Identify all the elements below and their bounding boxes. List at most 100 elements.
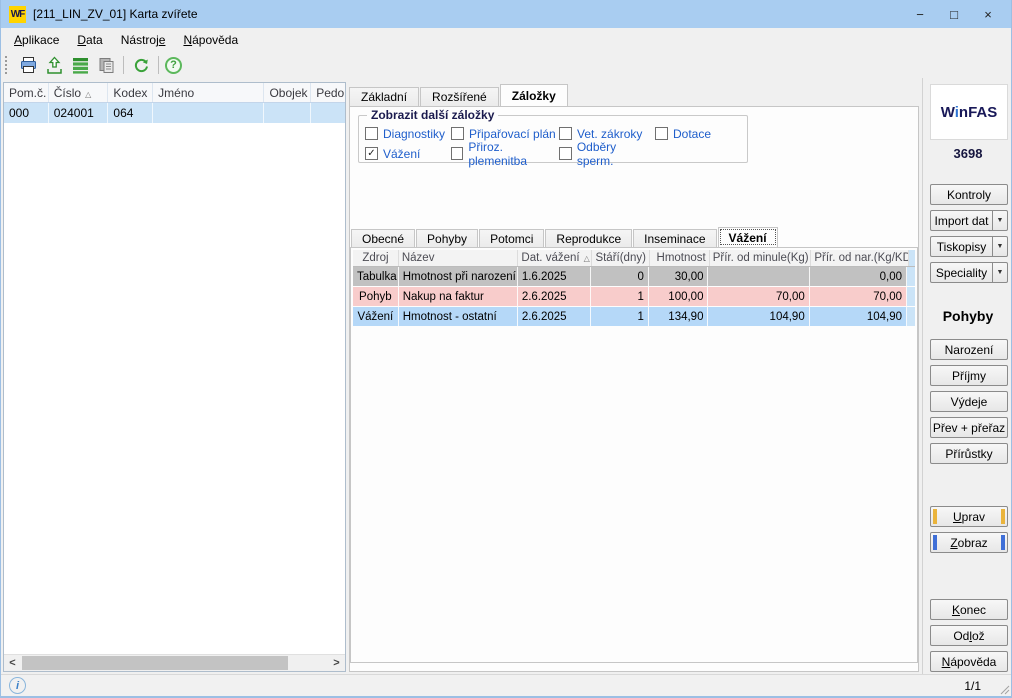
subtab-inseminace[interactable]: Inseminace: [633, 229, 716, 247]
side-panel: WinFAS 3698 Kontroly Import dat ▼ Tiskop…: [922, 78, 1012, 674]
checkbox-vazeni[interactable]: ✓Vážení: [365, 144, 451, 163]
scroll-left-arrow[interactable]: <: [4, 655, 21, 671]
subtab-reprodukce[interactable]: Reprodukce: [545, 229, 632, 247]
column-header-prir-od-minule[interactable]: Přír. od minule(Kg): [710, 250, 812, 266]
dropdown-arrow-icon[interactable]: ▼: [992, 211, 1007, 230]
accent-bar: [1001, 535, 1005, 550]
sort-asc-icon: △: [584, 254, 590, 263]
checkbox-box: ✓: [451, 147, 463, 160]
subtab-obecne[interactable]: Obecné: [351, 229, 415, 247]
checkbox-box: ✓: [451, 127, 464, 140]
import-dat-button[interactable]: Import dat ▼: [930, 210, 1008, 231]
sub-tabs: Obecné Pohyby Potomci Reprodukce Insemin…: [351, 227, 779, 247]
tab-rozsirene[interactable]: Rozšířené: [420, 87, 499, 106]
export-icon[interactable]: [43, 54, 65, 76]
subtab-pohyby[interactable]: Pohyby: [416, 229, 478, 247]
list-view-icon[interactable]: [69, 54, 91, 76]
subtab-vazeni[interactable]: Vážení: [718, 227, 778, 247]
column-header-zdroj[interactable]: Zdroj: [353, 250, 399, 266]
menu-bar: Aplikace Data Nástroje Nápověda: [1, 28, 1011, 52]
column-header-pedometr[interactable]: Pedom: [311, 83, 345, 102]
scroll-right-arrow[interactable]: >: [328, 655, 345, 671]
main-tabs: Základní Rozšířené Záložky: [349, 84, 569, 106]
checkbox-priroz-plemenitba[interactable]: ✓Přiroz. plemenitba: [451, 144, 559, 163]
status-bar: i 1/1: [1, 674, 1011, 696]
column-header-jmeno[interactable]: Jméno: [153, 83, 264, 102]
record-pager: 1/1: [964, 679, 981, 693]
dropdown-arrow-icon[interactable]: ▼: [992, 237, 1007, 256]
app-icon: WF: [9, 6, 26, 23]
scrollbar-thumb[interactable]: [22, 656, 288, 670]
uprav-button[interactable]: Uprav: [930, 506, 1008, 527]
checkbox-grid: ✓Diagnostiky ✓Připařovací plán ✓Vet. zák…: [359, 116, 747, 163]
menu-nastroje[interactable]: Nástroje: [112, 30, 175, 50]
checkbox-odbery-sperm[interactable]: ✓Odběry sperm.: [559, 144, 655, 163]
main-content: Pom.č. Číslo△ Kodex Jméno Obojek Pedom 0…: [1, 78, 1011, 674]
column-header-cislo[interactable]: Číslo△: [49, 83, 109, 102]
minimize-button[interactable]: −: [903, 0, 937, 28]
odloz-button[interactable]: Odlož: [930, 625, 1008, 646]
dropdown-arrow-icon[interactable]: ▼: [992, 263, 1007, 282]
menu-napoveda[interactable]: Nápověda: [174, 30, 247, 50]
copy-icon[interactable]: [95, 54, 117, 76]
konec-button[interactable]: Konec: [930, 599, 1008, 620]
weight-row-tabulka[interactable]: Tabulka Hmotnost při narození 1.6.2025 0…: [353, 267, 915, 287]
checkbox-diagnostiky[interactable]: ✓Diagnostiky: [365, 124, 451, 143]
weight-row-pohyb[interactable]: Pohyb Nakup na faktur 2.6.2025 1 100,00 …: [353, 287, 915, 307]
winfas-logo: WinFAS: [930, 84, 1008, 140]
animal-list-header: Pom.č. Číslo△ Kodex Jméno Obojek Pedom: [4, 83, 345, 103]
close-button[interactable]: ×: [971, 0, 1005, 28]
help-icon[interactable]: ?: [165, 57, 182, 74]
checkbox-box: ✓: [559, 127, 572, 140]
narozeni-button[interactable]: Narození: [930, 339, 1008, 360]
app-window: WF [211_LIN_ZV_01] Karta zvířete − □ × A…: [0, 0, 1012, 698]
groupbox-title: Zobrazit další záložky: [367, 108, 498, 122]
accent-bar: [1001, 509, 1005, 524]
column-header-stari[interactable]: Stáří(dny): [592, 250, 650, 266]
sort-asc-icon: △: [85, 90, 91, 99]
maximize-button[interactable]: □: [937, 0, 971, 28]
prev-preraz-button[interactable]: Přev + přeřaz: [930, 417, 1008, 438]
print-icon[interactable]: [17, 54, 39, 76]
resize-grip[interactable]: [997, 682, 1010, 695]
menu-data[interactable]: Data: [68, 30, 111, 50]
speciality-button[interactable]: Speciality ▼: [930, 262, 1008, 283]
toolbar: ?: [1, 52, 1011, 78]
checkbox-box: ✓: [559, 147, 572, 160]
vydeje-button[interactable]: Výdeje: [930, 391, 1008, 412]
column-header-filler: [909, 250, 915, 266]
subtab-potomci[interactable]: Potomci: [479, 229, 544, 247]
build-number: 3698: [923, 146, 1012, 161]
column-header-prir-od-nar[interactable]: Přír. od nar.(Kg/KD): [811, 250, 909, 266]
animal-row-selected[interactable]: 000 024001 064: [4, 103, 345, 123]
column-header-pomc[interactable]: Pom.č.: [4, 83, 49, 102]
toolbar-separator: [158, 56, 159, 74]
info-icon: i: [9, 677, 26, 694]
column-header-kodex[interactable]: Kodex: [108, 83, 153, 102]
tab-zalozky[interactable]: Záložky: [500, 84, 568, 106]
refresh-icon[interactable]: [130, 54, 152, 76]
tiskopisy-button[interactable]: Tiskopisy ▼: [930, 236, 1008, 257]
zobraz-button[interactable]: Zobraz: [930, 532, 1008, 553]
prijmy-button[interactable]: Příjmy: [930, 365, 1008, 386]
checkbox-dotace[interactable]: ✓Dotace: [655, 124, 747, 143]
napoveda-button[interactable]: Nápověda: [930, 651, 1008, 672]
show-tabs-groupbox: Zobrazit další záložky ✓Diagnostiky ✓Při…: [358, 115, 748, 163]
weight-row-vazeni[interactable]: Vážení Hmotnost - ostatní 2.6.2025 1 134…: [353, 307, 915, 327]
tab-page-zalozky: Zobrazit další záložky ✓Diagnostiky ✓Při…: [349, 106, 919, 672]
horizontal-scrollbar[interactable]: < >: [4, 654, 345, 671]
column-header-dat-vazeni[interactable]: Dat. vážení△: [518, 250, 592, 266]
column-header-nazev[interactable]: Název: [399, 250, 519, 266]
checkbox-box: ✓: [655, 127, 668, 140]
checkbox-box: ✓: [365, 147, 378, 160]
menu-aplikace[interactable]: Aplikace: [5, 30, 68, 50]
title-bar: WF [211_LIN_ZV_01] Karta zvířete − □ ×: [1, 0, 1011, 28]
toolbar-grip[interactable]: [5, 56, 10, 74]
column-header-obojek[interactable]: Obojek: [264, 83, 311, 102]
prirustky-button[interactable]: Přírůstky: [930, 443, 1008, 464]
accent-bar: [933, 509, 937, 524]
kontroly-button[interactable]: Kontroly: [930, 184, 1008, 205]
column-header-hmotnost[interactable]: Hmotnost: [650, 250, 710, 266]
pohyby-title: Pohyby: [923, 308, 1012, 324]
tab-zakladni[interactable]: Základní: [349, 87, 419, 106]
